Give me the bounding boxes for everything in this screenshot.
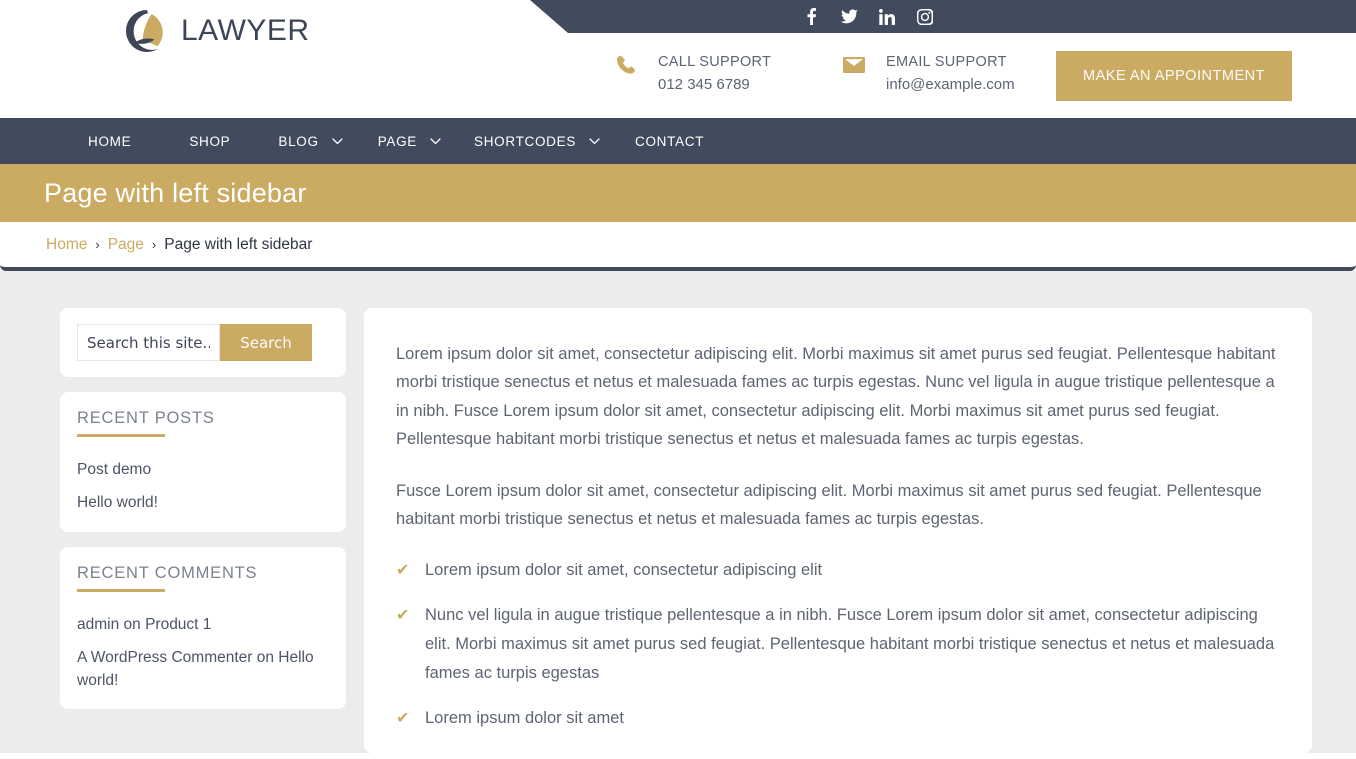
phone-icon [615, 54, 637, 76]
breadcrumb-separator-icon: › [151, 237, 157, 252]
site-logo[interactable]: LAWYER [124, 8, 310, 55]
envelope-icon [843, 54, 865, 76]
list-item: A WordPress Commenter on Hello world! [77, 646, 330, 693]
nav-item-shop[interactable]: SHOP [189, 118, 230, 164]
contact-email-label: EMAIL SUPPORT [886, 54, 1007, 70]
breadcrumb: Home › Page › Page with left sidebar [0, 222, 1356, 271]
list-item-text: Lorem ipsum dolor sit amet, consectetur … [425, 561, 823, 580]
content-paragraph: Fusce Lorem ipsum dolor sit amet, consec… [396, 481, 1262, 528]
check-icon: ✔ [396, 750, 409, 753]
linkedin-icon[interactable] [879, 8, 896, 25]
recent-posts-list: Post demo Hello world! [77, 458, 330, 515]
nav-label-page: PAGE [377, 133, 418, 149]
nav-item-page[interactable]: PAGE [378, 118, 441, 164]
contact-phone-label: CALL SUPPORT [658, 54, 772, 70]
nav-label-blog: BLOG [278, 133, 319, 149]
sailboat-logo-icon [126, 10, 163, 52]
contact-phone-block: CALL SUPPORT 012 345 6789 [615, 51, 771, 97]
contact-email-value[interactable]: info@example.com [886, 73, 1015, 96]
facebook-icon[interactable] [803, 8, 820, 25]
recent-posts-title: RECENT POSTS [77, 409, 330, 437]
left-sidebar: Search RECENT POSTS Post demo Hello worl… [60, 308, 346, 753]
nav-item-blog[interactable]: BLOG [278, 118, 343, 164]
list-item: admin on Product 1 [77, 613, 330, 636]
contact-phone-value[interactable]: 012 345 6789 [658, 73, 771, 96]
check-icon: ✔ [396, 710, 410, 728]
list-item-text: Nunc vel ligula in augue tristique pelle… [425, 606, 1275, 683]
recent-comment-link[interactable]: A WordPress Commenter on Hello world! [77, 649, 314, 689]
chevron-down-icon [332, 137, 343, 145]
breadcrumb-page[interactable]: Page [108, 236, 144, 254]
chevron-down-icon [589, 137, 600, 145]
contact-email-block: EMAIL SUPPORT info@example.com [843, 51, 1015, 97]
nav-label-contact: CONTACT [635, 133, 705, 149]
social-links [803, 8, 934, 25]
page-body: Search RECENT POSTS Post demo Hello worl… [0, 271, 1356, 753]
recent-comments-list: admin on Product 1 A WordPress Commenter… [77, 613, 330, 693]
nav-item-shortcodes[interactable]: SHORTCODES [474, 118, 600, 164]
recent-post-link[interactable]: Post demo [77, 461, 151, 478]
nav-label-home: HOME [88, 133, 132, 149]
site-logo-text: LAWYER [181, 13, 310, 47]
list-item: ✔ Nunc vel ligula in augue tristique pel… [396, 601, 1280, 688]
recent-posts-widget: RECENT POSTS Post demo Hello world! [60, 392, 346, 532]
main-navigation: HOME SHOP BLOG PAGE SHORTCODES CONTACT [0, 118, 1356, 164]
search-button[interactable]: Search [220, 324, 312, 361]
breadcrumb-separator-icon: › [95, 237, 100, 252]
list-item: Post demo [77, 458, 330, 481]
check-icon: ✔ [396, 562, 410, 580]
check-icon: ✔ [396, 607, 410, 625]
nav-item-contact[interactable]: CONTACT [635, 118, 704, 164]
make-appointment-button[interactable]: MAKE AN APPOINTMENT [1056, 51, 1292, 101]
recent-comments-title: RECENT COMMENTS [77, 564, 330, 592]
nav-label-shortcodes: SHORTCODES [474, 133, 577, 149]
list-item: ✔ Lorem ipsum dolor sit amet [396, 704, 1280, 733]
checkmark-list: ✔ Lorem ipsum dolor sit amet, consectetu… [396, 556, 1280, 753]
page-title-banner: Page with left sidebar [0, 164, 1356, 222]
page-title: Page with left sidebar [44, 177, 307, 208]
list-item: Hello world! [77, 491, 330, 514]
twitter-icon[interactable] [840, 8, 858, 25]
breadcrumb-home[interactable]: Home [46, 236, 87, 254]
nav-item-home[interactable]: HOME [88, 118, 131, 164]
breadcrumb-current: Page with left sidebar [164, 235, 313, 253]
recent-comments-widget: RECENT COMMENTS admin on Product 1 A Wor… [60, 546, 346, 710]
search-widget: Search [60, 308, 346, 377]
list-item: ✔ Lorem ipsum dolor sit amet, consectetu… [396, 556, 1280, 585]
recent-comment-link[interactable]: admin on Product 1 [77, 616, 211, 633]
content-paragraph: Lorem ipsum dolor sit amet, consectetur … [396, 345, 1276, 449]
chevron-down-icon [430, 137, 441, 145]
search-input[interactable] [77, 324, 220, 361]
list-item: ✔ Pellentesque habitant morbi tristique … [396, 749, 1280, 753]
instagram-icon[interactable] [917, 8, 934, 25]
nav-label-shop: SHOP [189, 133, 231, 149]
list-item-text: Lorem ipsum dolor sit amet [425, 709, 624, 728]
recent-post-link[interactable]: Hello world! [77, 494, 158, 511]
main-content: Lorem ipsum dolor sit amet, consectetur … [364, 308, 1312, 753]
site-header: LAWYER CALL SUPPORT 012 345 6789 EMAIL S… [0, 0, 1356, 118]
